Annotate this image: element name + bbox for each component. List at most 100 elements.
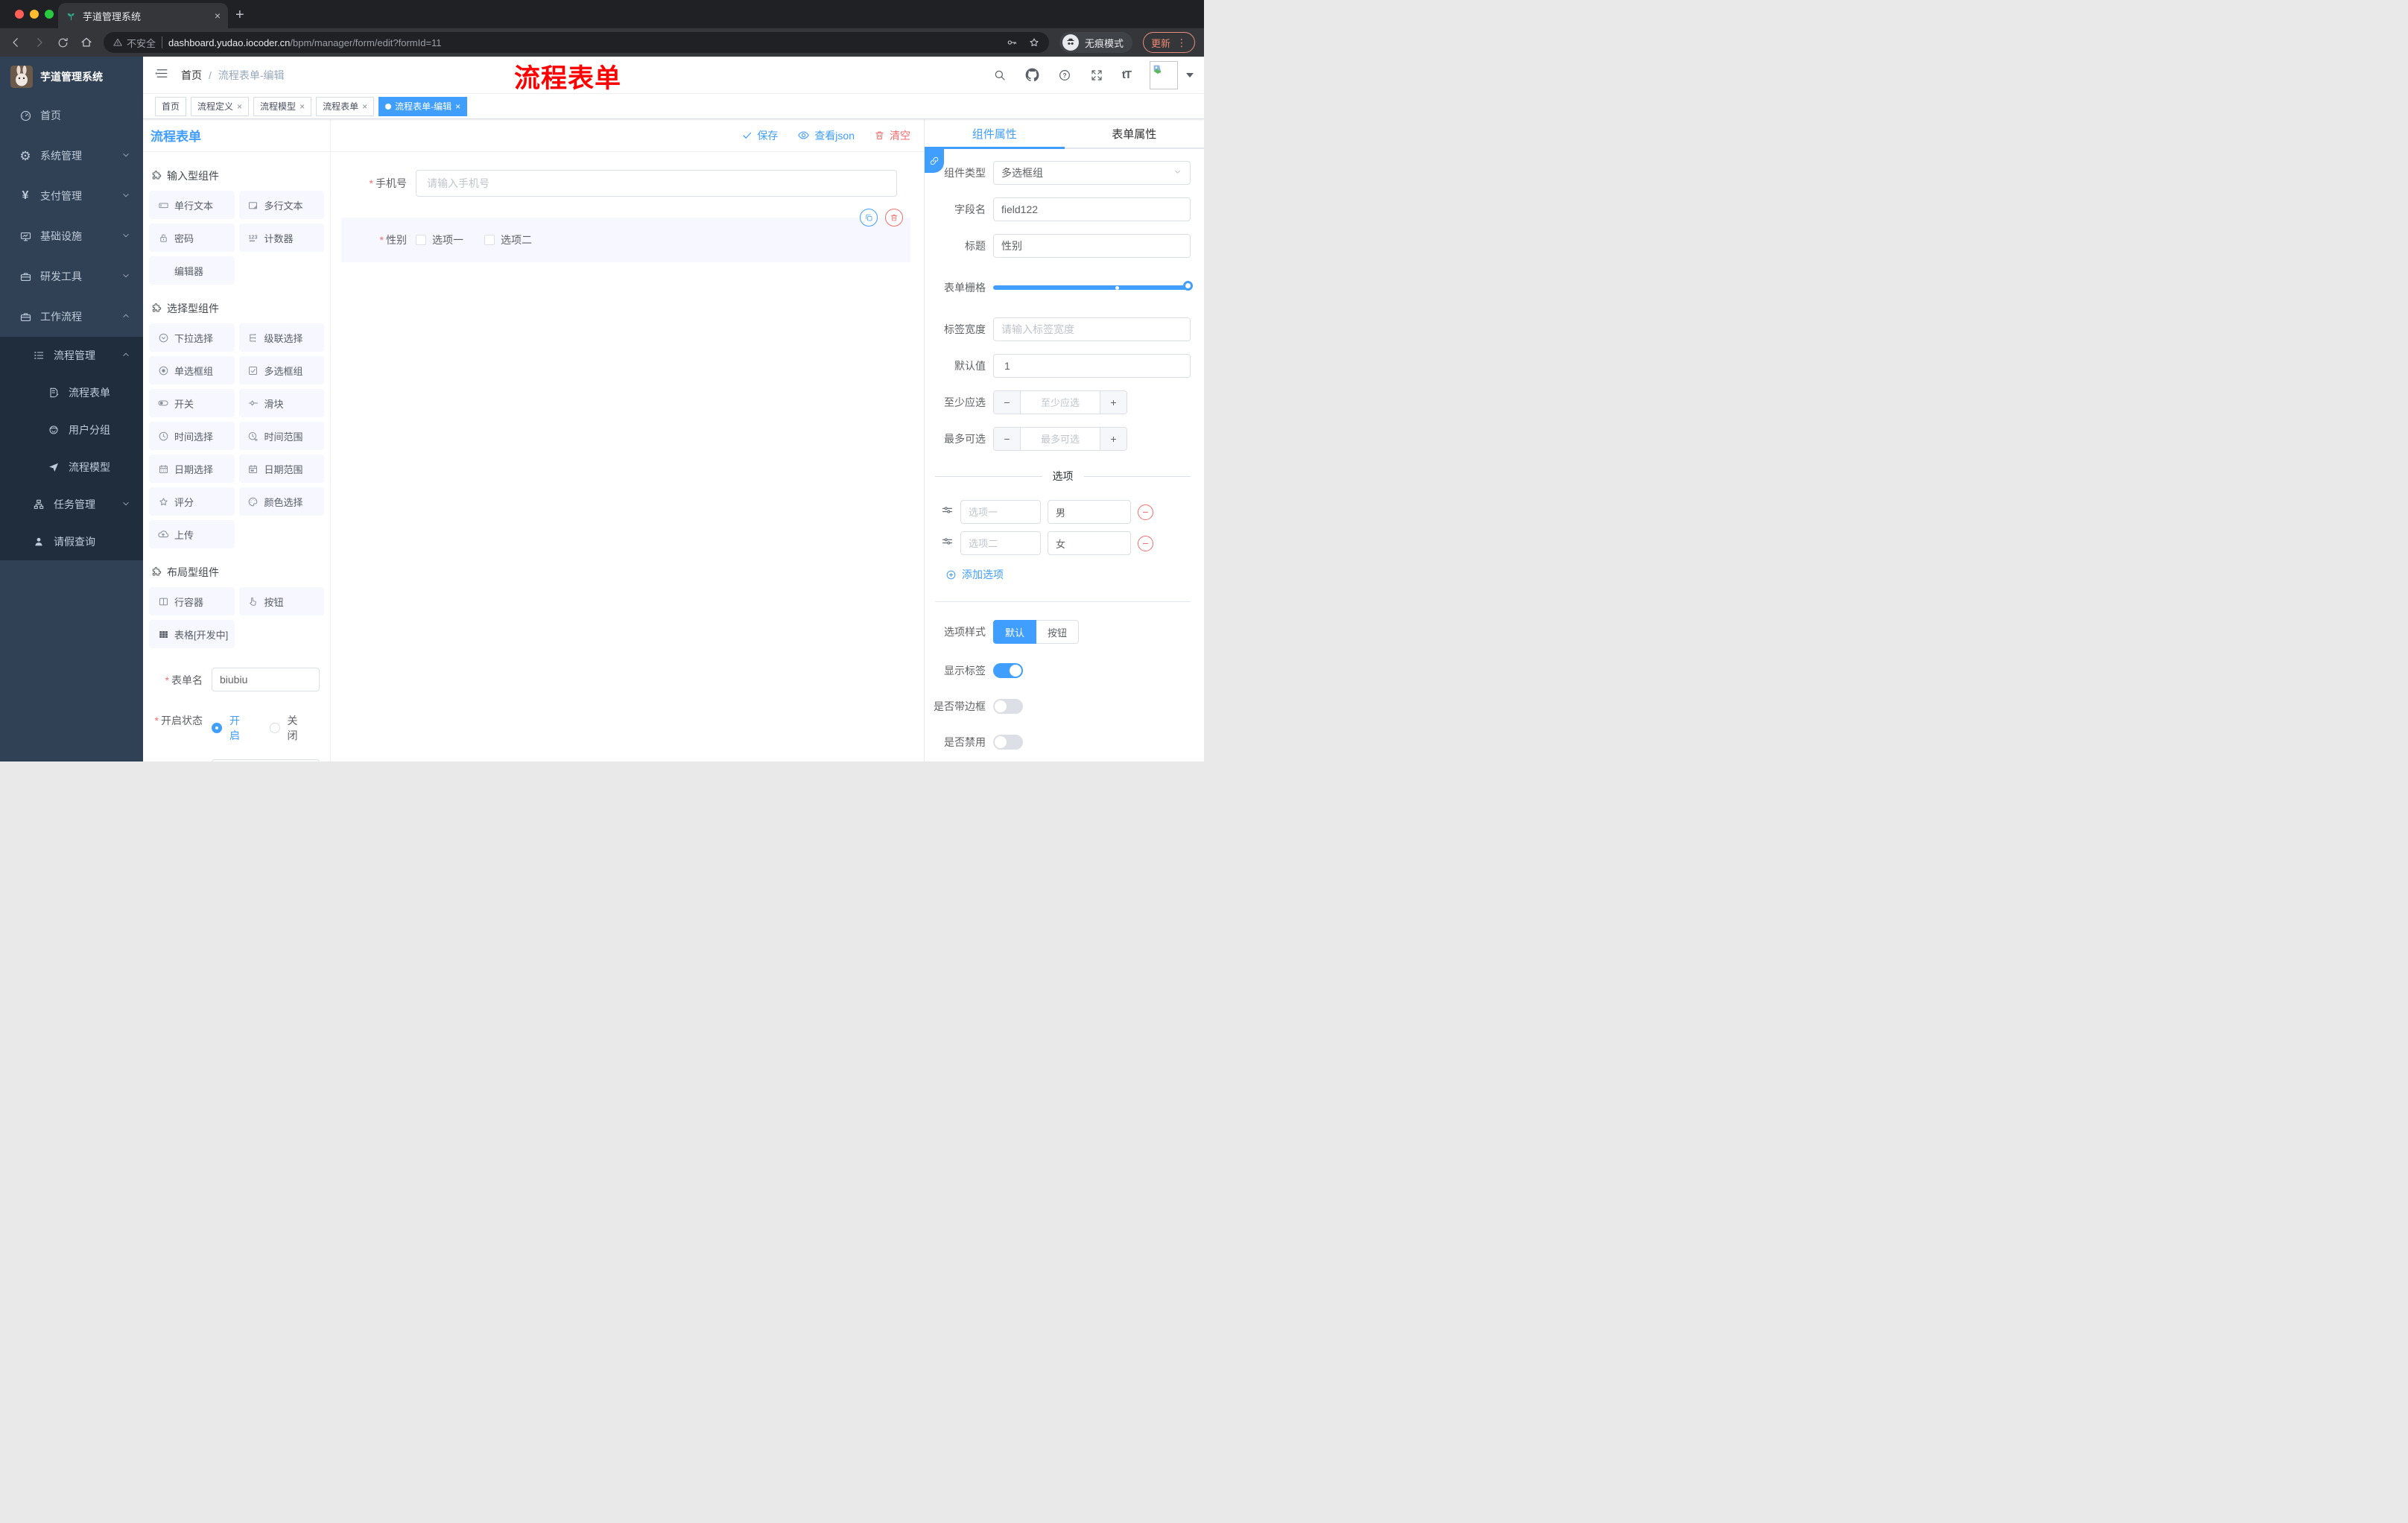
tag-flow-model[interactable]: 流程模型 × bbox=[253, 96, 312, 116]
sidebar-item-pay[interactable]: ¥ 支付管理 bbox=[0, 176, 143, 216]
new-tab-button[interactable]: + bbox=[235, 7, 244, 24]
palette-item-switch[interactable]: 开关 bbox=[149, 389, 235, 417]
stepper-increase-button[interactable]: + bbox=[1100, 428, 1127, 450]
tag-close-icon[interactable]: × bbox=[455, 101, 460, 112]
status-off-radio[interactable] bbox=[269, 723, 280, 733]
palette-item-counter[interactable]: 计数器 bbox=[238, 224, 324, 252]
close-window-button[interactable] bbox=[15, 10, 24, 19]
search-icon[interactable] bbox=[993, 69, 1007, 82]
canvas-field-phone[interactable]: * 手机号 bbox=[341, 170, 912, 197]
window-controls[interactable] bbox=[15, 10, 54, 19]
sidebar-item-flow-form[interactable]: 流程表单 bbox=[0, 374, 143, 411]
update-button[interactable]: 更新 ⋮ bbox=[1142, 32, 1195, 53]
copy-component-button[interactable] bbox=[860, 209, 878, 227]
add-option-button[interactable]: 添加选项 bbox=[945, 567, 1191, 582]
gender-option1-checkbox[interactable] bbox=[416, 235, 426, 245]
min-select-input[interactable] bbox=[1021, 391, 1100, 414]
tag-close-icon[interactable]: × bbox=[237, 101, 242, 112]
tag-flow-form-edit[interactable]: 流程表单-编辑 × bbox=[378, 96, 468, 116]
stepper-decrease-button[interactable]: − bbox=[994, 391, 1021, 414]
tag-close-icon[interactable]: × bbox=[362, 101, 367, 112]
form-name-input[interactable] bbox=[212, 668, 320, 691]
palette-item-radio-group[interactable]: 单选框组 bbox=[149, 356, 235, 384]
drag-handle-icon[interactable] bbox=[941, 535, 954, 551]
collapse-sidebar-button[interactable] bbox=[155, 66, 169, 84]
app-logo[interactable]: 芋道管理系统 bbox=[0, 57, 143, 95]
sidebar-item-user-group[interactable]: 用户分组 bbox=[0, 411, 143, 449]
tag-flow-form[interactable]: 流程表单 × bbox=[316, 96, 375, 116]
gender-option2-label[interactable]: 选项二 bbox=[501, 232, 532, 247]
link-tag[interactable] bbox=[925, 149, 944, 173]
palette-item-checkbox-group[interactable]: 多选框组 bbox=[238, 356, 324, 384]
forward-button[interactable] bbox=[33, 36, 46, 49]
palette-item-time-range[interactable]: 时间范围 bbox=[238, 422, 324, 450]
status-on-label[interactable]: 开启 bbox=[229, 713, 249, 743]
tag-home[interactable]: 首页 bbox=[155, 96, 187, 116]
slider-handle[interactable] bbox=[1183, 281, 1193, 291]
gender-option1-label[interactable]: 选项一 bbox=[432, 232, 463, 247]
palette-item-cascade[interactable]: 级联选择 bbox=[238, 323, 324, 352]
tag-flow-definition[interactable]: 流程定义 × bbox=[191, 96, 250, 116]
sidebar-item-leave-query[interactable]: 请假查询 bbox=[0, 523, 143, 560]
show-label-switch[interactable] bbox=[993, 663, 1023, 678]
tag-close-icon[interactable]: × bbox=[300, 101, 305, 112]
remove-option-button[interactable]: − bbox=[1138, 504, 1153, 520]
max-select-input[interactable] bbox=[1021, 428, 1100, 450]
field-name-input[interactable] bbox=[993, 197, 1191, 221]
palette-item-single-text[interactable]: 单行文本 bbox=[149, 191, 235, 219]
url-text[interactable]: dashboard.yudao.iocoder.cn/bpm/manager/f… bbox=[168, 37, 1000, 48]
sidebar-item-infra[interactable]: 基础设施 bbox=[0, 216, 143, 256]
bookmark-star-icon[interactable] bbox=[1028, 37, 1040, 48]
option1-label-input[interactable] bbox=[960, 500, 1041, 524]
delete-component-button[interactable] bbox=[885, 209, 903, 227]
drag-handle-icon[interactable] bbox=[941, 504, 954, 520]
option2-label-input[interactable] bbox=[960, 531, 1041, 555]
tab-form-props[interactable]: 表单属性 bbox=[1065, 119, 1205, 148]
component-type-select[interactable]: 多选框组 bbox=[993, 161, 1191, 185]
avatar[interactable] bbox=[1150, 60, 1178, 89]
help-icon[interactable] bbox=[1058, 69, 1071, 82]
clear-button[interactable]: 清空 bbox=[874, 128, 910, 143]
gender-option2-checkbox[interactable] bbox=[484, 235, 495, 245]
palette-item-button[interactable]: 按钮 bbox=[238, 587, 324, 615]
tab-component-props[interactable]: 组件属性 bbox=[925, 119, 1065, 149]
style-default-button[interactable]: 默认 bbox=[993, 620, 1037, 644]
palette-item-time[interactable]: 时间选择 bbox=[149, 422, 235, 450]
palette-item-date-range[interactable]: 日期范围 bbox=[238, 455, 324, 483]
option1-value-input[interactable] bbox=[1048, 500, 1131, 524]
style-button-button[interactable]: 按钮 bbox=[1036, 620, 1080, 644]
breadcrumb-home[interactable]: 首页 bbox=[181, 68, 202, 83]
password-key-icon[interactable] bbox=[1006, 37, 1018, 48]
font-size-icon[interactable]: tT bbox=[1122, 69, 1132, 81]
status-on-radio[interactable] bbox=[212, 723, 222, 733]
minimize-window-button[interactable] bbox=[30, 10, 39, 19]
palette-item-multi-text[interactable]: 多行文本 bbox=[238, 191, 324, 219]
canvas-field-gender-selected[interactable]: * 性别 选项一 选项二 bbox=[341, 209, 910, 262]
back-button[interactable] bbox=[9, 36, 22, 49]
sidebar-item-flow-manage[interactable]: 流程管理 bbox=[0, 337, 143, 374]
palette-item-rate[interactable]: 评分 bbox=[149, 487, 235, 516]
sidebar-item-system[interactable]: ⚙ 系统管理 bbox=[0, 136, 143, 176]
security-status[interactable]: 不安全 bbox=[113, 36, 156, 50]
palette-item-editor[interactable]: 编辑器 bbox=[149, 256, 235, 285]
palette-item-select[interactable]: 下拉选择 bbox=[149, 323, 235, 352]
address-bar[interactable]: 不安全 dashboard.yudao.iocoder.cn/bpm/manag… bbox=[104, 32, 1049, 53]
sidebar-item-task-manage[interactable]: 任务管理 bbox=[0, 486, 143, 523]
home-button[interactable] bbox=[80, 36, 93, 49]
fullscreen-icon[interactable] bbox=[1090, 69, 1103, 82]
sidebar-item-dev[interactable]: 研发工具 bbox=[0, 256, 143, 297]
form-grid-slider[interactable] bbox=[993, 276, 1193, 300]
title-input[interactable] bbox=[993, 234, 1191, 258]
default-value-input[interactable] bbox=[993, 354, 1191, 378]
border-switch[interactable] bbox=[993, 699, 1023, 714]
stepper-decrease-button[interactable]: − bbox=[994, 428, 1021, 450]
disabled-switch[interactable] bbox=[993, 735, 1023, 750]
palette-item-slider[interactable]: 滑块 bbox=[238, 389, 324, 417]
browser-menu-icon[interactable]: ⋮ bbox=[1176, 37, 1187, 49]
palette-item-table[interactable]: 表格[开发中] bbox=[149, 620, 235, 648]
remove-option-button[interactable]: − bbox=[1138, 535, 1153, 551]
sidebar-item-flow-model[interactable]: 流程模型 bbox=[0, 449, 143, 486]
github-icon[interactable] bbox=[1025, 68, 1039, 82]
form-remark-textarea[interactable]: 嘿嘿 bbox=[212, 759, 320, 762]
sidebar-item-workflow[interactable]: 工作流程 bbox=[0, 297, 143, 337]
